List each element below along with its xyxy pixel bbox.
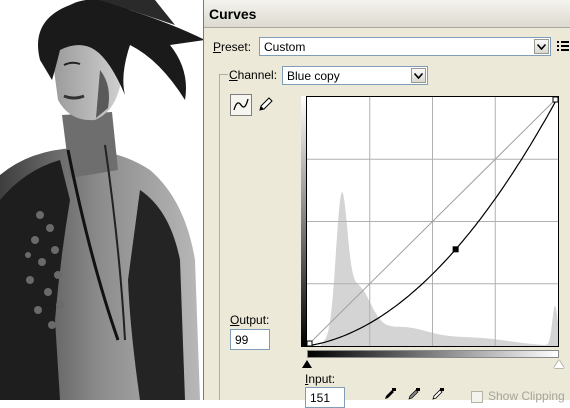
preset-value: Custom (264, 40, 306, 54)
channel-value: Blue copy (287, 69, 340, 83)
output-value: 99 (235, 333, 249, 347)
dialog-title: Curves (209, 6, 257, 22)
portrait-image (0, 0, 204, 400)
photo-canvas (0, 0, 204, 400)
control-point (452, 246, 459, 253)
black-eyedropper-icon[interactable] (383, 388, 397, 400)
input-value: 151 (310, 391, 331, 405)
input-field[interactable]: 151 (305, 387, 345, 408)
group-border-top-left (219, 74, 228, 75)
endpoint-black (307, 340, 313, 346)
show-clipping-checkbox[interactable] (471, 391, 483, 403)
output-label: Output: (230, 313, 270, 327)
chevron-down-icon[interactable] (411, 68, 426, 83)
group-border-left (219, 74, 220, 400)
black-slider-handle[interactable] (302, 360, 312, 368)
channel-label: Channel: (229, 68, 278, 82)
input-gradient-bar (307, 350, 559, 358)
channel-select[interactable]: Blue copy (282, 66, 428, 85)
dialog-titlebar[interactable]: Curves (204, 0, 570, 28)
white-slider-handle[interactable] (554, 360, 564, 368)
output-field[interactable]: 99 (230, 329, 270, 350)
curves-dialog: Curves Preset: Custom Channel: Blue copy… (203, 0, 570, 408)
input-label: Input: (305, 372, 336, 386)
gray-eyedropper-icon[interactable] (407, 388, 421, 400)
white-eyedropper-icon[interactable] (431, 388, 445, 400)
pencil-icon[interactable] (255, 94, 277, 116)
chevron-down-icon[interactable] (534, 39, 549, 54)
curve-plot[interactable] (307, 97, 558, 346)
preset-select[interactable]: Custom (259, 37, 551, 56)
curve-edit-icon[interactable] (230, 94, 252, 116)
preset-label: Preset: (213, 40, 252, 54)
show-clipping-label: Show Clipping (488, 389, 565, 403)
endpoint-white (552, 97, 558, 103)
preset-options-icon[interactable] (556, 39, 570, 53)
curve-graph[interactable] (306, 96, 559, 347)
